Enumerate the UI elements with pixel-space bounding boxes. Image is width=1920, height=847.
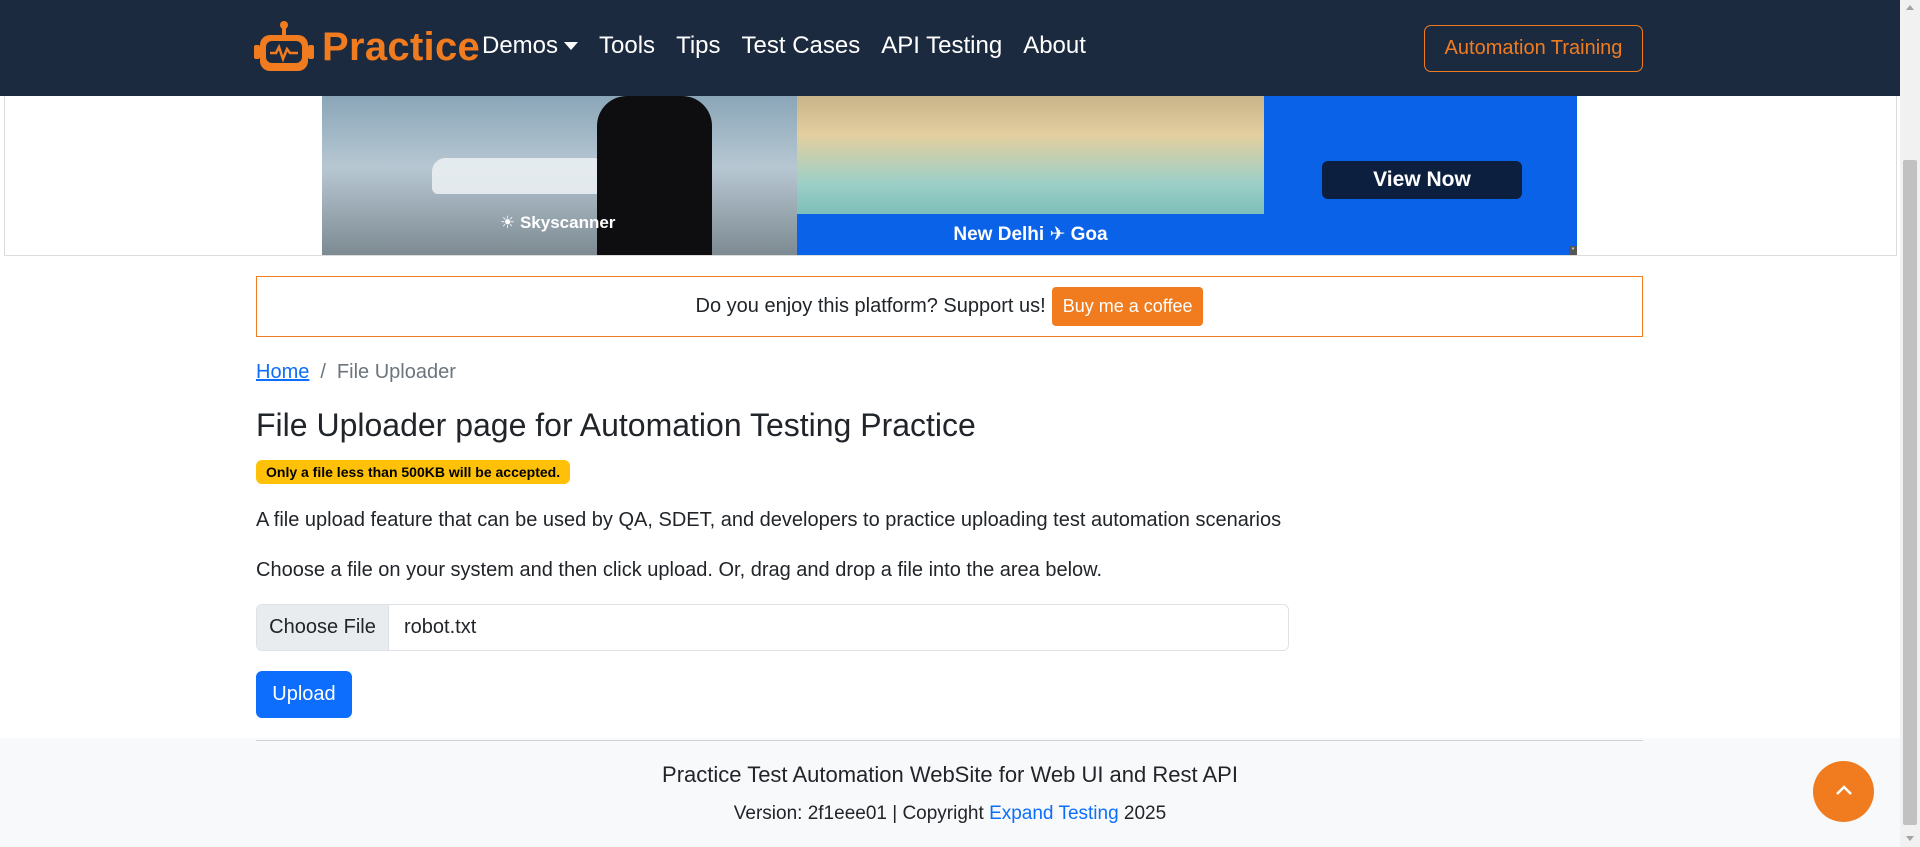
- nav-item-demos[interactable]: Demos: [482, 32, 579, 60]
- nav-item-about[interactable]: About: [1023, 32, 1086, 60]
- nav-item-tips[interactable]: Tips: [676, 32, 720, 60]
- upload-instructions: Choose a file on your system and then cl…: [256, 559, 1103, 581]
- file-size-badge: Only a file less than 500KB will be acce…: [256, 460, 571, 484]
- ad-brand: ☀ Skyscanner: [500, 213, 616, 232]
- ad-airport-image: ☀ Skyscanner: [322, 96, 797, 255]
- main-nav: Demos Tools Tips Test Cases API Testing …: [482, 32, 1107, 60]
- airplane-shape: [432, 158, 622, 194]
- file-input[interactable]: Choose File robot.txt: [256, 604, 1289, 651]
- breadcrumb-current: File Uploader: [336, 361, 456, 383]
- buy-coffee-button[interactable]: Buy me a coffee: [1051, 287, 1204, 326]
- nav-item-tools[interactable]: Tools: [599, 32, 655, 60]
- footer-version-text: Version: 2f1eee01 | Copyright: [733, 803, 984, 824]
- top-navbar: Practice Demos Tools Tips Test Cases API…: [0, 0, 1900, 96]
- brand-name: Practice: [322, 24, 481, 69]
- nav-item-label: Demos: [482, 32, 559, 59]
- page-description: A file upload feature that can be used b…: [256, 509, 1282, 531]
- breadcrumb-separator: /: [320, 361, 326, 383]
- scroll-up-arrow-icon[interactable]: [1906, 5, 1914, 10]
- nav-item-label: Tips: [676, 32, 721, 59]
- nav-item-label: Tools: [599, 32, 656, 59]
- scroll-thumb[interactable]: [1903, 160, 1917, 825]
- scroll-down-arrow-icon[interactable]: [1906, 836, 1914, 841]
- nav-item-label: API Testing: [881, 32, 1003, 59]
- footer-divider: [256, 740, 1643, 741]
- expand-testing-link[interactable]: Expand Testing: [989, 803, 1119, 824]
- ad-route: New Delhi ✈ Goa: [797, 214, 1264, 255]
- caret-down-icon: [564, 42, 579, 50]
- selected-file-name: robot.txt: [404, 616, 477, 638]
- page-title: File Uploader page for Automation Testin…: [256, 407, 976, 443]
- choose-file-button[interactable]: Choose File: [257, 605, 389, 650]
- breadcrumb: Home / File Uploader: [256, 361, 456, 384]
- support-banner: Do you enjoy this platform? Support us! …: [256, 276, 1643, 337]
- page-scrollbar[interactable]: [1900, 0, 1920, 847]
- brand-logo-link[interactable]: Practice: [254, 18, 480, 76]
- robot-icon: [254, 19, 314, 75]
- ad-choices-icon[interactable]: *: [1569, 246, 1577, 255]
- ad-beach-image: New Delhi ✈ Goa: [797, 96, 1264, 255]
- footer-title: Practice Test Automation WebSite for Web…: [662, 762, 1238, 787]
- nav-item-test-cases[interactable]: Test Cases: [742, 32, 861, 60]
- nav-item-label: Test Cases: [741, 32, 861, 59]
- ad-brand-text: Skyscanner: [519, 213, 616, 232]
- upload-button[interactable]: Upload: [256, 671, 352, 718]
- chevron-up-icon: [1835, 783, 1853, 801]
- nav-item-api-testing[interactable]: API Testing: [881, 32, 1002, 60]
- automation-training-button[interactable]: Automation Training: [1424, 25, 1643, 72]
- back-to-top-button[interactable]: [1813, 761, 1874, 822]
- support-text: Do you enjoy this platform? Support us!: [695, 295, 1046, 317]
- breadcrumb-home-link[interactable]: Home: [256, 361, 309, 384]
- footer-version: Version: 2f1eee01 | Copyright Expand Tes…: [0, 803, 1900, 825]
- ad-view-now-button[interactable]: View Now: [1322, 161, 1522, 199]
- footer: [0, 738, 1900, 847]
- ad-banner[interactable]: ☀ Skyscanner New Delhi ✈ Goa View Now *: [322, 96, 1577, 255]
- footer-year: 2025: [1123, 803, 1167, 824]
- nav-item-label: About: [1023, 32, 1086, 59]
